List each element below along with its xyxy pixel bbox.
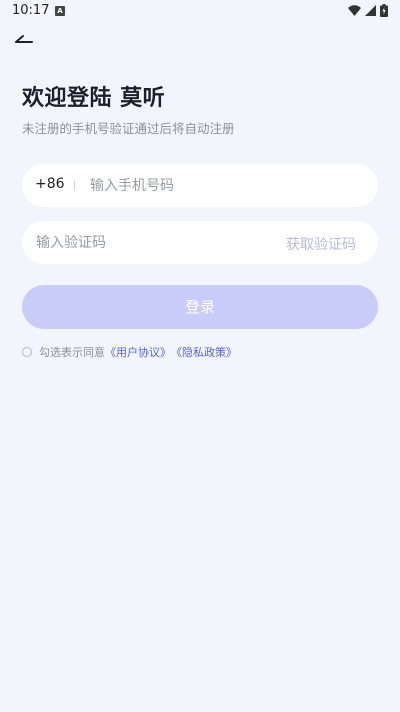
verification-code-field: 获取验证码 [22, 221, 378, 264]
phone-field: +86 [22, 164, 378, 207]
agreement-checkbox[interactable] [22, 347, 32, 357]
back-button[interactable] [14, 28, 38, 48]
status-icons [348, 4, 388, 17]
agreement-row: 勾选表示同意 《用户协议》 《隐私政策》 [22, 344, 237, 360]
cellular-signal-icon [365, 5, 376, 16]
privacy-policy-link[interactable]: 《隐私政策》 [171, 344, 237, 360]
page-title: 欢迎登陆 莫听 [22, 86, 166, 111]
notification-app-icon: A [55, 6, 65, 16]
get-code-button[interactable]: 获取验证码 [286, 234, 356, 254]
verification-code-input[interactable] [36, 221, 266, 264]
wifi-icon [348, 5, 361, 16]
back-arrow-icon [15, 35, 33, 43]
phone-input[interactable] [90, 164, 360, 207]
agreement-text: 勾选表示同意 [39, 346, 105, 359]
battery-icon [380, 4, 388, 17]
country-code-divider [74, 180, 75, 191]
user-agreement-link[interactable]: 《用户协议》 [105, 344, 171, 360]
status-bar: 10:17 A [0, 0, 400, 24]
status-time: 10:17 [12, 3, 50, 18]
country-code-selector[interactable]: +86 [35, 176, 65, 192]
page-subtitle: 未注册的手机号验证通过后将自动注册 [22, 121, 235, 136]
login-button[interactable]: 登录 [22, 285, 378, 329]
